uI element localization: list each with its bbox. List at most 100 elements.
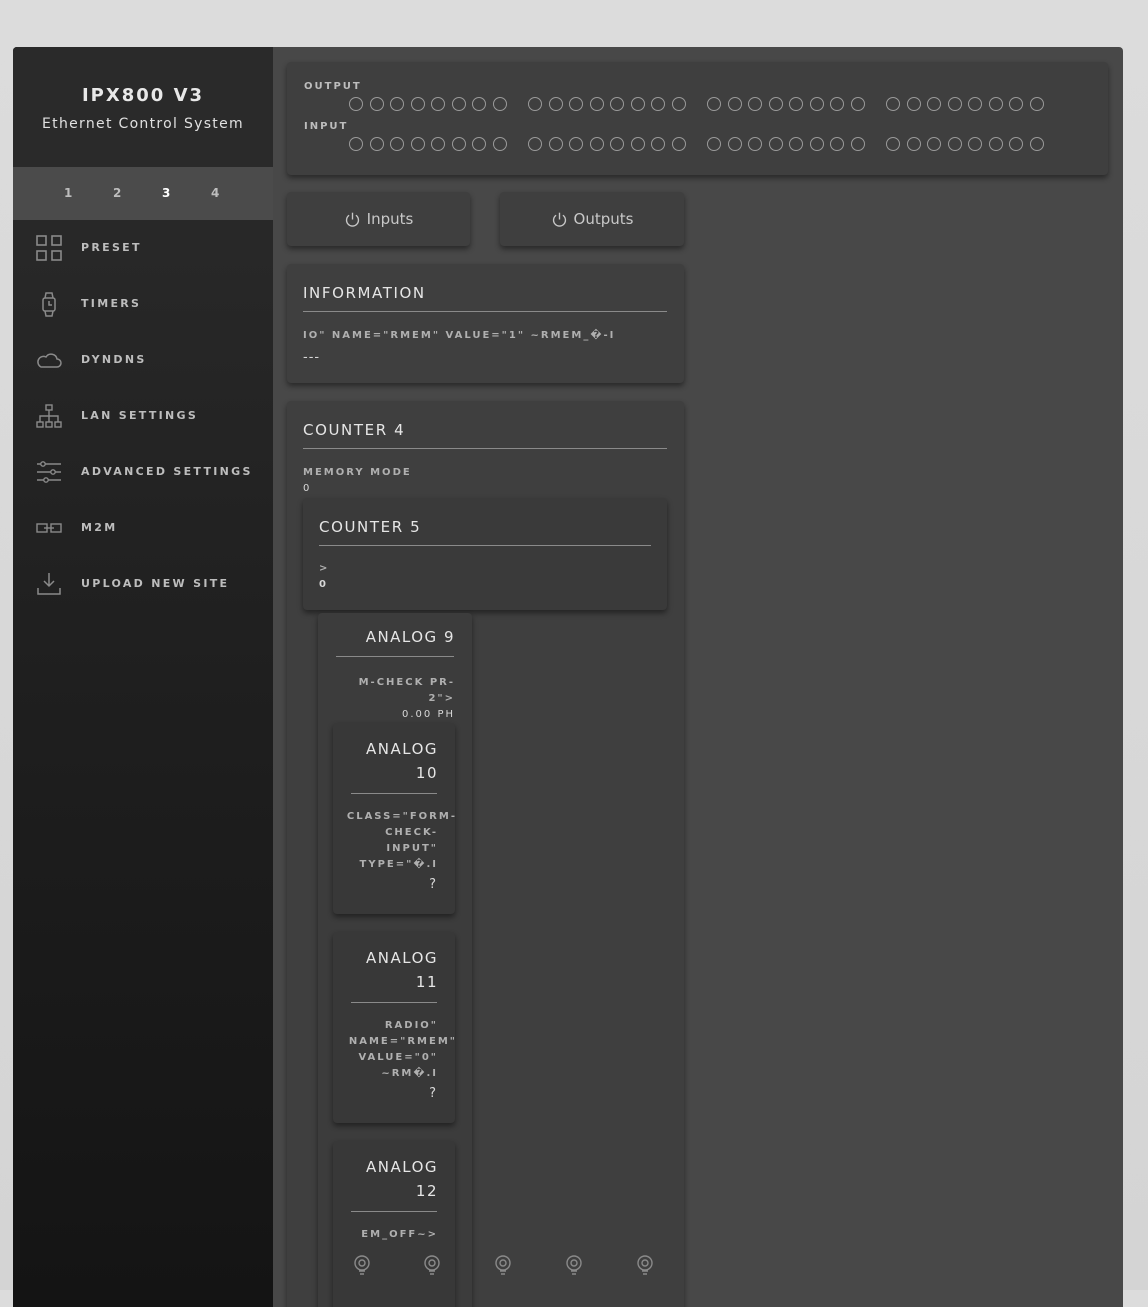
analog10-line1: CLASS="FORM- (346, 811, 457, 822)
analog9-line2: 2"> (428, 693, 455, 704)
output-led (589, 97, 604, 111)
nav-item-m2m[interactable]: M2M (13, 500, 273, 556)
input-led (410, 137, 425, 151)
input-led (569, 137, 583, 151)
analog11-line1: RADIO" (384, 1020, 438, 1031)
bulb-icon[interactable] (634, 1254, 656, 1276)
input-led (850, 137, 865, 151)
nav-item-upload-new-site[interactable]: UPLOAD NEW SITE (13, 556, 273, 612)
page-3-tab[interactable]: 3 (162, 186, 170, 200)
nav-item-timers[interactable]: TIMERS (13, 276, 273, 332)
io-status-panel: OUTPUT INPUT (287, 62, 1108, 175)
output-led (809, 97, 824, 111)
input-led (1029, 137, 1044, 151)
nav-item-preset[interactable]: PRESET (13, 220, 273, 276)
sliders-icon (35, 458, 63, 486)
analog11-card: ANALOG 11 RADIO" NAME="RMEM" VALUE="0" ~… (333, 932, 455, 1123)
divider (351, 1002, 437, 1003)
input-led (809, 137, 824, 151)
output-led (1009, 97, 1023, 111)
page-1-tab[interactable]: 1 (64, 186, 72, 200)
input-led (528, 137, 542, 151)
output-led (671, 97, 686, 111)
sidebar: IPX800 V3 Ethernet Control System 1 2 3 … (13, 47, 273, 1307)
output-led (947, 97, 962, 111)
network-icon (35, 402, 63, 430)
input-led (886, 137, 900, 151)
input-led (349, 137, 363, 151)
nav-item-dyndns[interactable]: DYNDNS (13, 332, 273, 388)
bulb-icon[interactable] (563, 1254, 585, 1276)
output-label: OUTPUT (304, 81, 362, 92)
information-card: INFORMATION IO" NAME="RMEM" VALUE="1" ~R… (287, 264, 684, 383)
output-led (651, 97, 665, 111)
input-led (927, 137, 941, 151)
output-led (569, 97, 583, 111)
input-led (707, 137, 721, 151)
brand-title: IPX800 V3 (81, 85, 205, 106)
analog11-line4: ~RM�.I (381, 1068, 438, 1079)
output-led (850, 97, 865, 111)
information-value: --- (303, 350, 321, 365)
page-4-tab[interactable]: 4 (211, 186, 219, 200)
analog10-line4: TYPE="�.I (359, 859, 438, 870)
divider (351, 793, 437, 794)
inputs-button-label: Inputs (366, 210, 414, 228)
nav-label: ADVANCED SETTINGS (81, 465, 253, 478)
analog12-line1: EM_OFF~> (361, 1229, 438, 1240)
input-led (630, 137, 645, 151)
output-led (988, 97, 1003, 111)
analog10-title: ANALOG (366, 740, 438, 758)
analog9-value: 0.00 PH (402, 709, 455, 720)
input-led (610, 137, 624, 151)
output-led (768, 97, 783, 111)
output-led (748, 97, 762, 111)
analog12-number: 12 (415, 1182, 438, 1200)
inputs-button[interactable]: Inputs (287, 192, 470, 246)
counter4-title: COUNTER 4 (303, 421, 406, 439)
input-led (1009, 137, 1023, 151)
bulb-icon[interactable] (351, 1254, 373, 1276)
analog9-line1: M-CHECK PR- (358, 677, 455, 688)
analog10-value: ? (429, 877, 438, 892)
bulb-icon[interactable] (421, 1254, 443, 1276)
output-led (789, 97, 803, 111)
page-2-tab[interactable]: 2 (113, 186, 121, 200)
input-led (748, 137, 762, 151)
input-led (492, 137, 507, 151)
input-label: INPUT (304, 121, 349, 132)
main-content: OUTPUT INPUT Inputs Outputs INFORMATION … (273, 47, 1123, 1307)
output-led (349, 97, 363, 111)
power-icon (552, 212, 566, 227)
nav-item-lan-settings[interactable]: LAN SETTINGS (13, 388, 273, 444)
output-led (369, 97, 384, 111)
grid-icon (35, 234, 63, 262)
analog11-line2: NAME="RMEM" (348, 1036, 457, 1047)
divider (303, 448, 667, 449)
counter5-value: 0 (319, 579, 327, 590)
output-led (1029, 97, 1044, 111)
output-led (431, 97, 445, 111)
output-led (528, 97, 542, 111)
divider (336, 656, 454, 657)
input-led (472, 137, 486, 151)
nav-label: TIMERS (81, 297, 142, 310)
bulb-icon[interactable] (492, 1254, 514, 1276)
brand-subtitle: Ethernet Control System (42, 116, 244, 132)
cloud-icon (35, 346, 63, 374)
input-led (968, 137, 982, 151)
output-led (707, 97, 721, 111)
output-led (630, 97, 645, 111)
nav-item-advanced-settings[interactable]: ADVANCED SETTINGS (13, 444, 273, 500)
output-led (451, 97, 466, 111)
input-led (988, 137, 1003, 151)
outputs-button[interactable]: Outputs (500, 192, 684, 246)
analog12-title: ANALOG (366, 1158, 438, 1176)
page-selector: 1 2 3 4 (13, 167, 273, 220)
analog10-card: ANALOG 10 CLASS="FORM- CHECK- INPUT" TYP… (333, 723, 455, 914)
input-led (589, 137, 604, 151)
app-window: IPX800 V3 Ethernet Control System 1 2 3 … (13, 47, 1123, 1307)
input-led (830, 137, 844, 151)
input-led (947, 137, 962, 151)
output-led (610, 97, 624, 111)
